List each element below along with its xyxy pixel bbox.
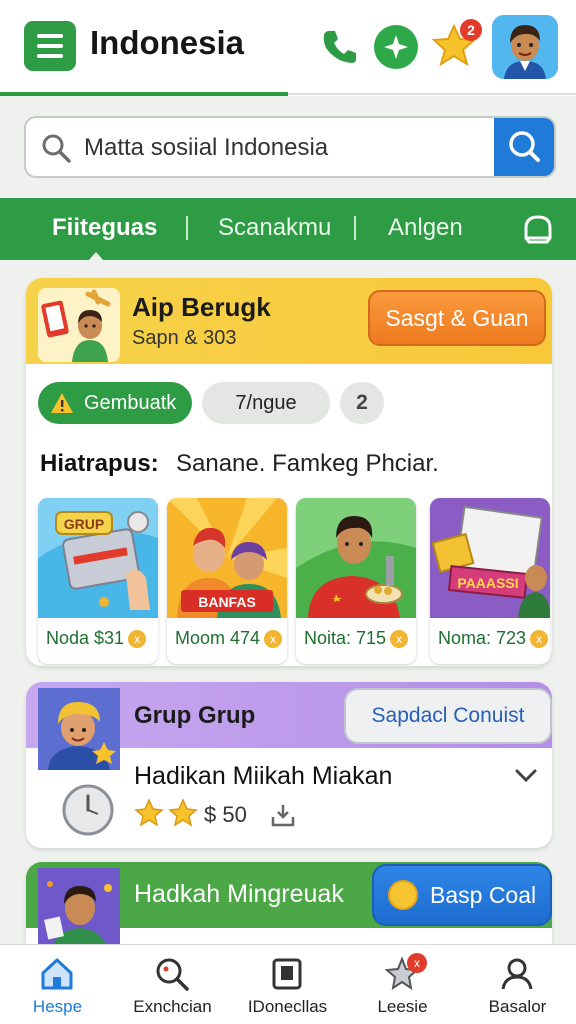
- product-caption-text: Moom 474: [175, 628, 261, 648]
- home-icon: [41, 958, 73, 990]
- group-illustration: [38, 688, 120, 770]
- add-icon[interactable]: [374, 25, 418, 69]
- product-caption-text: Noda $31: [46, 628, 125, 648]
- notification-badge: 2: [460, 19, 482, 41]
- offer-cta-button[interactable]: Sasgt & Guan: [368, 290, 546, 346]
- product-tile[interactable]: GRUP Noda $31 x: [38, 498, 158, 664]
- nav-label: Hespe: [32, 997, 83, 1016]
- download-icon[interactable]: [270, 802, 296, 828]
- reward-cta-label: Basp Coal: [430, 882, 537, 908]
- app-header: Indonesia 2: [0, 0, 576, 96]
- group-title: Grup Grup: [134, 702, 256, 729]
- nav-item-catalog[interactable]: IDonecllas: [230, 945, 345, 1024]
- nav-item-explore[interactable]: Exnchcian: [115, 945, 230, 1024]
- header-progress-line: [0, 92, 288, 96]
- product-image-money: PAAASSI: [430, 498, 550, 618]
- tab-separator: [354, 216, 356, 240]
- tab-bar: Fiiteguas Scanakmu Anlgen: [0, 198, 576, 260]
- filter-chip-label: Gembuatk: [84, 392, 177, 414]
- offer-subtitle: Sapn & 303: [132, 327, 237, 349]
- nav-item-favorites[interactable]: x Leesie: [345, 945, 460, 1024]
- phone-icon[interactable]: [318, 26, 360, 68]
- nav-label: Exnchcian: [133, 997, 212, 1016]
- product-image-people: BANFAS: [167, 498, 287, 618]
- product-caption-text: Noita: 715: [304, 628, 387, 648]
- nav-item-profile[interactable]: Basalor: [460, 945, 575, 1024]
- offer-title: Aip Berugk: [132, 292, 271, 322]
- rating-star-icon: [134, 798, 164, 827]
- coin-icon: x: [530, 630, 549, 648]
- search-bar[interactable]: Matta sosiial Indonesia: [24, 116, 556, 178]
- book-icon: [272, 958, 302, 990]
- coin-icon: x: [264, 630, 283, 648]
- group-price: $ 50: [204, 802, 247, 827]
- coin-icon: x: [128, 630, 147, 648]
- reward-cta-button[interactable]: Basp Coal: [372, 864, 552, 926]
- filter-chip[interactable]: 7/ngue: [202, 382, 330, 424]
- group-card: Grup Grup Sapdacl Conuist Hadikan Miikah…: [26, 682, 552, 848]
- nav-badge: x: [407, 953, 427, 973]
- reward-illustration: [38, 868, 120, 952]
- avatar[interactable]: [492, 15, 558, 79]
- reward-title: Hadkah Mingreuak: [134, 880, 344, 908]
- user-icon: [501, 958, 533, 990]
- product-tile[interactable]: PAAASSI Noma: 723 x: [430, 498, 550, 664]
- active-tab-indicator: [88, 252, 104, 261]
- description-label: Hiatrapus:: [40, 450, 159, 477]
- group-cta-button[interactable]: Sapdacl Conuist: [344, 688, 552, 744]
- nav-label: Basalor: [488, 997, 547, 1016]
- warning-icon: [51, 393, 73, 413]
- coin-icon: x: [390, 630, 409, 648]
- filter-chip-active[interactable]: Gembuatk: [38, 382, 192, 424]
- product-tile[interactable]: BANFAS Moom 474 x: [167, 498, 287, 664]
- product-art-text: BANFAS: [198, 594, 256, 610]
- product-caption: Moom 474 x: [175, 628, 283, 649]
- offer-card: Aip Berugk Sapn & 303 Sasgt & Guan Gembu…: [26, 278, 552, 666]
- product-caption: Noma: 723 x: [438, 628, 549, 649]
- nav-label: IDonecllas: [247, 997, 328, 1016]
- product-caption-text: Noma: 723: [438, 628, 527, 648]
- chat-icon[interactable]: [520, 212, 556, 248]
- nav-item-home[interactable]: Hespe: [0, 945, 115, 1024]
- tab-fiiteguas[interactable]: Fiiteguas: [52, 214, 157, 242]
- product-image-card: GRUP: [38, 498, 158, 618]
- offer-card-header: Aip Berugk Sapn & 303 Sasgt & Guan: [26, 278, 552, 364]
- search-icon: [156, 958, 189, 991]
- tab-anlgen[interactable]: Anlgen: [388, 214, 463, 242]
- product-tile[interactable]: Noita: 715 x: [296, 498, 416, 664]
- search-input[interactable]: Matta sosiial Indonesia: [84, 134, 328, 162]
- header-divider: [288, 93, 576, 95]
- nav-label: Leesie: [377, 997, 428, 1016]
- chevron-down-icon[interactable]: [514, 768, 538, 784]
- search-button[interactable]: [494, 118, 554, 176]
- group-item-title: Hadikan Miikah Miakan: [134, 762, 393, 790]
- app-title: Indonesia: [90, 24, 245, 61]
- menu-button[interactable]: [24, 21, 76, 71]
- product-art-text: GRUP: [64, 516, 104, 532]
- bottom-navigation: Hespe Exnchcian IDonecllas x Leesie Basa…: [0, 944, 576, 1024]
- product-caption: Noda $31 x: [46, 628, 147, 649]
- coin-icon: [388, 880, 418, 910]
- description-text: Sanane. Famkeg Phciar.: [176, 450, 439, 477]
- tab-separator: [186, 216, 188, 240]
- offer-illustration: [38, 288, 120, 362]
- search-icon: [42, 134, 71, 163]
- search-button-icon: [509, 131, 540, 162]
- filter-count-chip[interactable]: 2: [340, 382, 384, 424]
- tab-scanakmu[interactable]: Scanakmu: [218, 214, 331, 242]
- product-art-text: PAAASSI: [457, 575, 518, 591]
- rating-star-icon: [168, 798, 198, 827]
- product-image-man: [296, 498, 416, 618]
- clock-icon: [62, 784, 114, 836]
- product-caption: Noita: 715 x: [304, 628, 409, 649]
